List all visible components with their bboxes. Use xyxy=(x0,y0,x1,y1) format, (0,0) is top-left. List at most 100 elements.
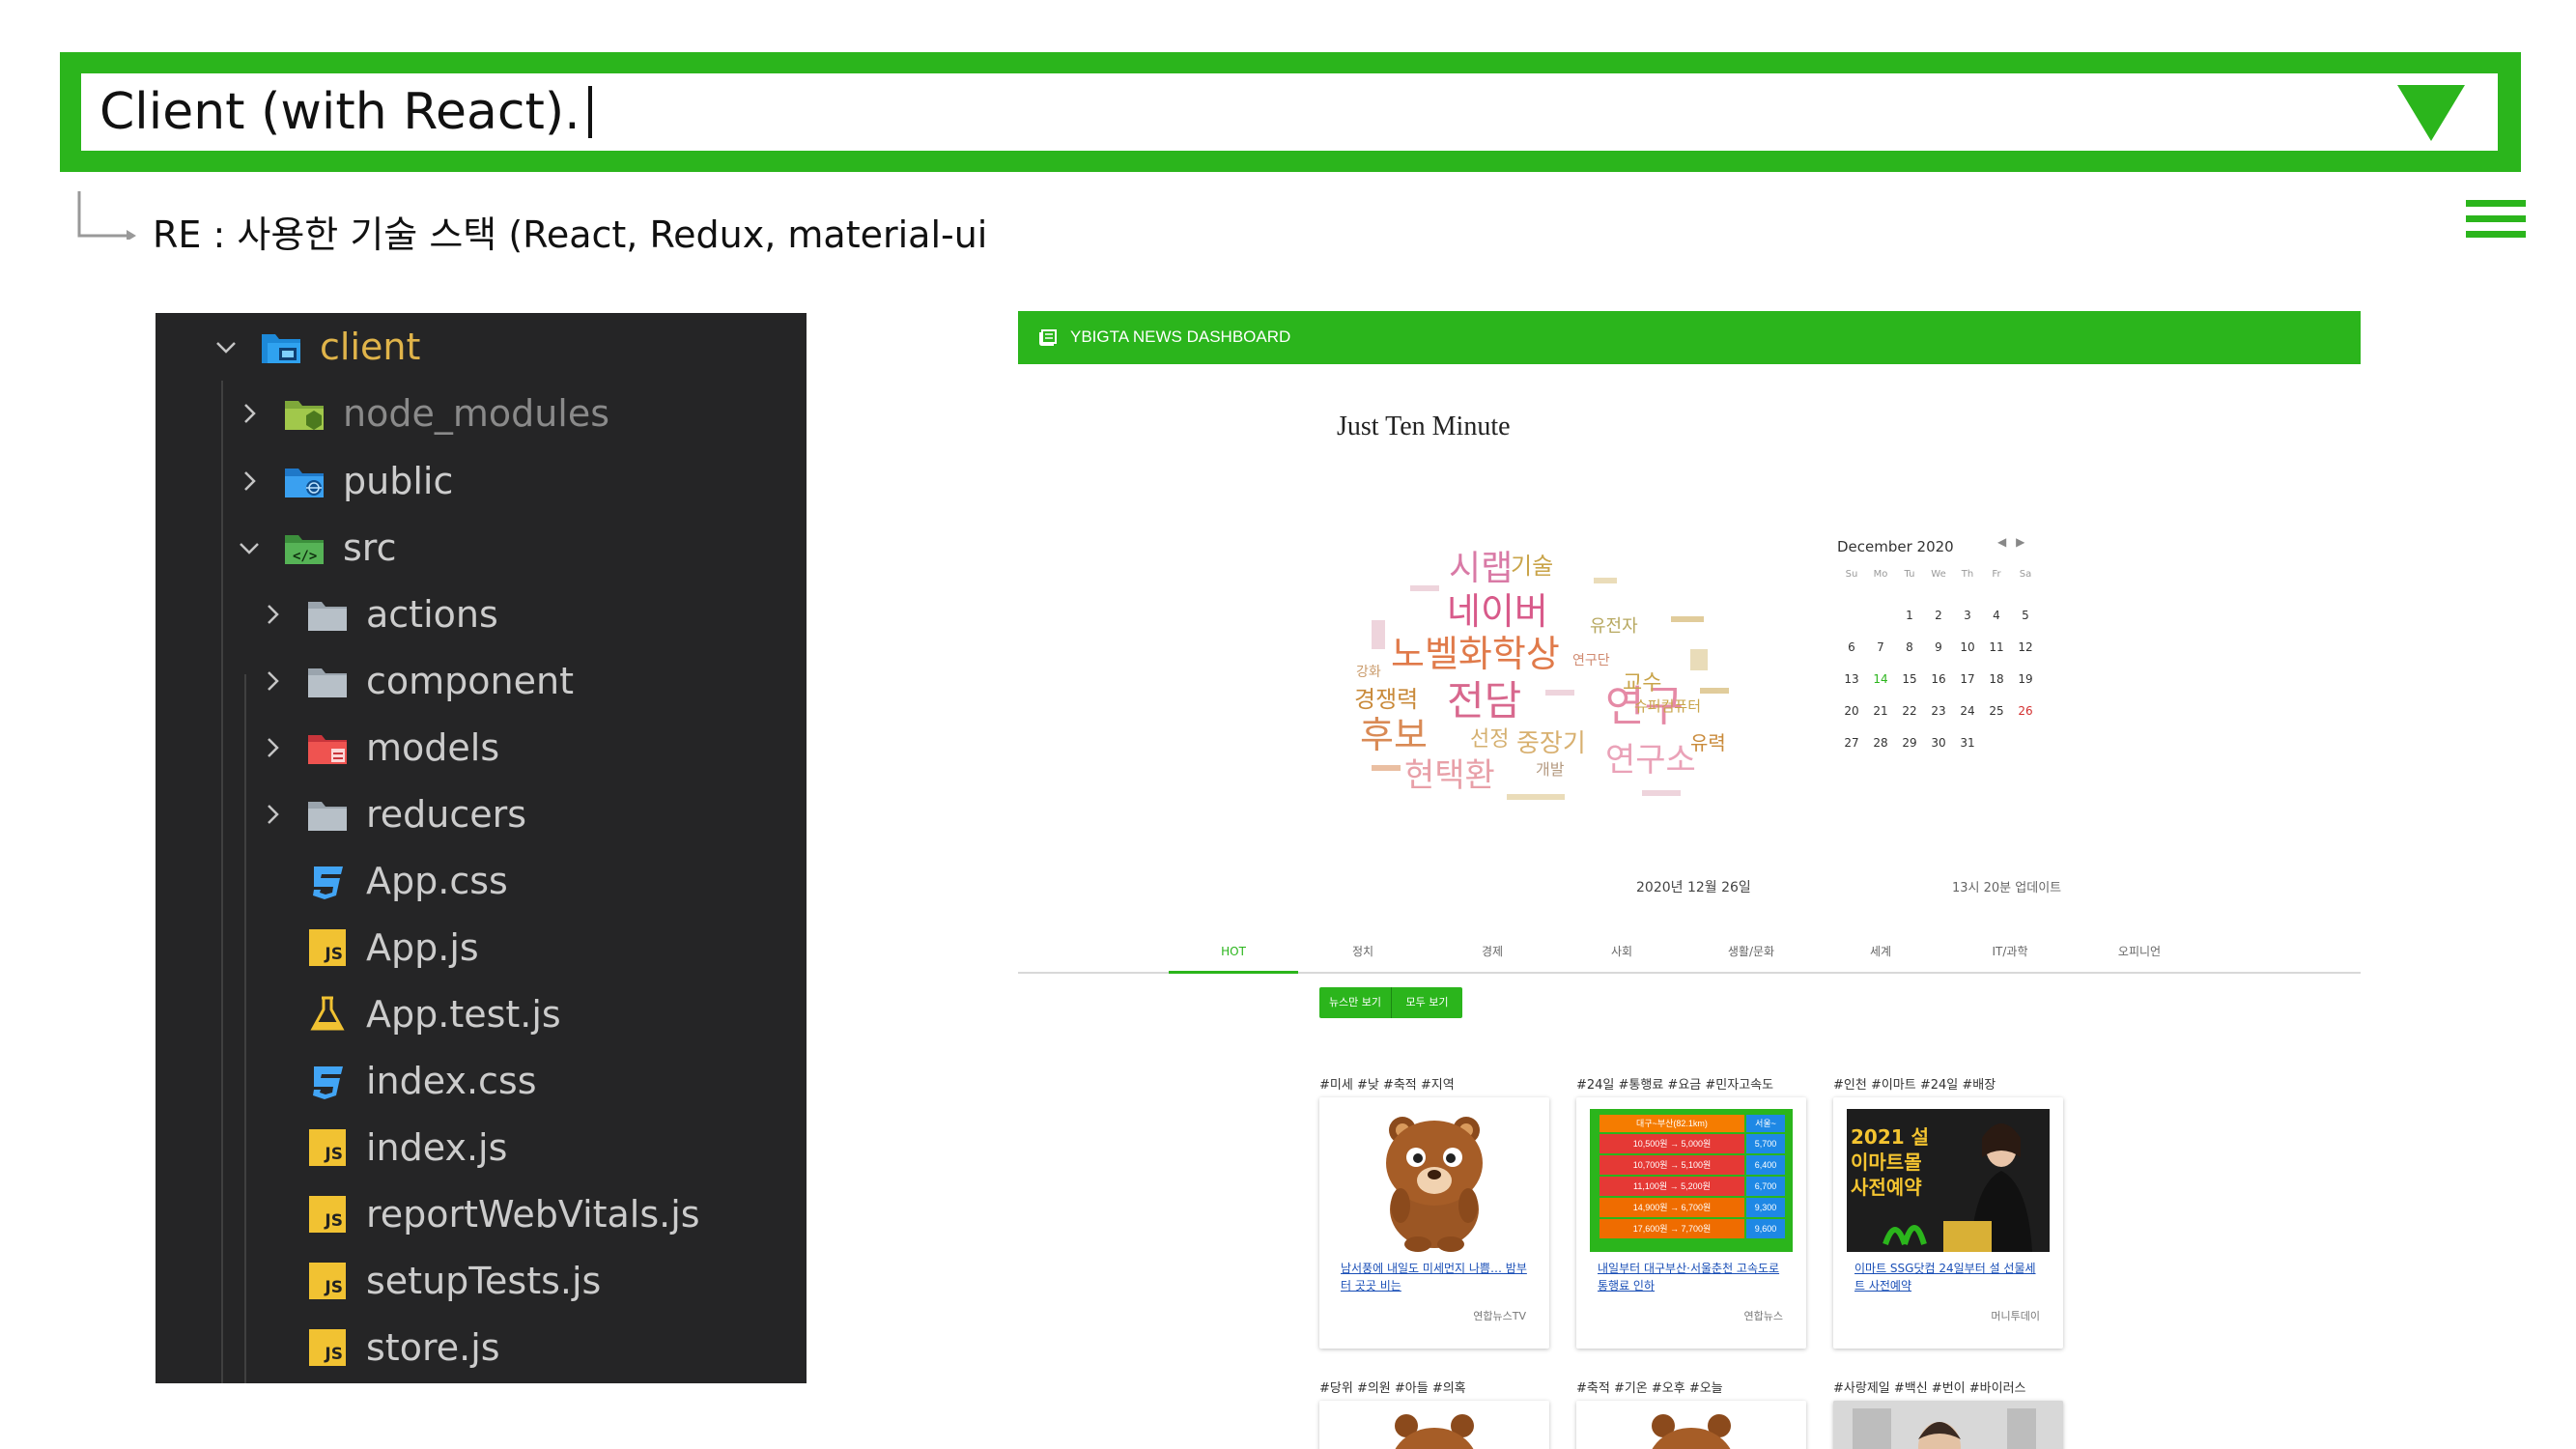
calendar-day[interactable]: 31 xyxy=(1953,727,1982,759)
tree-item-reducers[interactable]: reducers xyxy=(156,785,807,843)
calendar-day[interactable]: 2 xyxy=(1924,600,1953,632)
text-cursor xyxy=(587,86,592,138)
calendar-day[interactable]: 4 xyxy=(1982,600,2011,632)
title-bar: Client (with React). xyxy=(60,52,2521,172)
toll-table-cell: 6,700 xyxy=(1746,1177,1785,1196)
calendar-day[interactable] xyxy=(2011,727,2040,759)
keyword-tags: #사랑제일 #백신 #번이 #바이러스 xyxy=(1833,1381,2026,1396)
news-card[interactable] xyxy=(1319,1401,1549,1449)
tab-hot[interactable]: HOT xyxy=(1169,929,1298,974)
calendar-day[interactable]: 11 xyxy=(1982,632,2011,664)
tree-item-label: actions xyxy=(366,593,498,636)
news-headline-link[interactable]: 내일부터 대구부산·서울춘천 고속도로 통행료 인하 xyxy=(1598,1260,1787,1294)
tree-item-label: client xyxy=(320,326,421,368)
news-card[interactable]: 남서풍에 내일도 미세먼지 나쁨… 밤부터 곳곳 비는 연합뉴스TV xyxy=(1319,1097,1549,1349)
calendar-day[interactable]: 21 xyxy=(1866,696,1895,727)
calendar-day[interactable]: 17 xyxy=(1953,664,1982,696)
calendar-day[interactable]: 18 xyxy=(1982,664,2011,696)
word-cloud-word: 현택환 xyxy=(1404,756,1495,795)
bear-icon xyxy=(1652,1414,1731,1449)
tab-opinion[interactable]: 오피니언 xyxy=(2075,929,2204,974)
tab-life-culture[interactable]: 생활/문화 xyxy=(1686,929,1816,974)
calendar-day[interactable] xyxy=(1837,600,1866,632)
css-file-icon xyxy=(306,863,349,899)
news-only-button[interactable]: 뉴스만 보기 xyxy=(1319,987,1391,1018)
calendar-day[interactable]: 1 xyxy=(1895,600,1924,632)
tab-society[interactable]: 사회 xyxy=(1557,929,1686,974)
word-cloud-word: 후보 xyxy=(1360,714,1428,756)
app-bar: YBIGTA NEWS DASHBOARD xyxy=(1018,311,2361,364)
tree-item-report-web-vitals-js[interactable]: JS reportWebVitals.js xyxy=(156,1185,807,1243)
tree-item-setup-tests-js[interactable]: JS setupTests.js xyxy=(156,1252,807,1310)
view-toggle: 뉴스만 보기 모두 보기 xyxy=(1319,987,1462,1018)
chevron-right-icon xyxy=(258,667,287,696)
tree-item-src[interactable]: </> src xyxy=(156,519,807,577)
tree-item-component[interactable]: component xyxy=(156,652,807,710)
calendar-day[interactable]: 24 xyxy=(1953,696,1982,727)
news-card[interactable]: 2021 설 이마트몰 사전예약 이마트 SSG닷컴 24일부터 설 선물세트 … xyxy=(1833,1097,2063,1349)
tree-item-models[interactable]: models xyxy=(156,719,807,777)
calendar-day-selected[interactable]: 26 xyxy=(2011,696,2040,727)
view-all-button[interactable]: 모두 보기 xyxy=(1391,987,1462,1018)
calendar-day[interactable]: 6 xyxy=(1837,632,1866,664)
chevron-left-icon[interactable]: ◀ xyxy=(1997,535,2006,549)
calendar-day[interactable]: 16 xyxy=(1924,664,1953,696)
calendar-day[interactable]: 8 xyxy=(1895,632,1924,664)
tree-item-node-modules[interactable]: node_modules xyxy=(156,384,807,442)
test-flask-icon xyxy=(306,996,349,1033)
tree-item-store-js[interactable]: JS store.js xyxy=(156,1319,807,1377)
toll-table-cell: 17,600원 → 7,700원 xyxy=(1599,1219,1744,1238)
tree-item-index-css[interactable]: index.css xyxy=(156,1052,807,1110)
calendar-day[interactable]: 27 xyxy=(1837,727,1866,759)
bear-icon xyxy=(1386,1117,1483,1252)
calendar-day[interactable]: 3 xyxy=(1953,600,1982,632)
calendar-day[interactable]: 19 xyxy=(2011,664,2040,696)
tree-item-actions[interactable]: actions xyxy=(156,585,807,643)
calendar-day[interactable]: 29 xyxy=(1895,727,1924,759)
calendar-day-today[interactable]: 14 xyxy=(1866,664,1895,696)
chevron-right-icon[interactable]: ▶ xyxy=(2016,535,2024,549)
dashboard-heading: Just Ten Minute xyxy=(1337,412,1511,441)
calendar-day[interactable]: 20 xyxy=(1837,696,1866,727)
tab-world[interactable]: 세계 xyxy=(1816,929,1945,974)
tree-item-app-css[interactable]: App.css xyxy=(156,852,807,910)
folder-src-icon: </> xyxy=(283,529,326,566)
toll-table-cell: 10,500원 → 5,000원 xyxy=(1599,1134,1744,1153)
news-card[interactable] xyxy=(1576,1401,1806,1449)
calendar-day[interactable]: 7 xyxy=(1866,632,1895,664)
calendar-day[interactable]: 5 xyxy=(2011,600,2040,632)
news-card[interactable]: 대구~부산(82.1km) 서울~ 10,500원 → 5,000원 5,700… xyxy=(1576,1097,1806,1349)
calendar-day[interactable]: 25 xyxy=(1982,696,2011,727)
news-headline-link[interactable]: 이마트 SSG닷컴 24일부터 설 선물세트 사전예약 xyxy=(1854,1260,2044,1294)
tree-item-public[interactable]: public xyxy=(156,452,807,510)
app-title: YBIGTA NEWS DASHBOARD xyxy=(1070,327,1291,346)
tree-item-index-js[interactable]: JS index.js xyxy=(156,1119,807,1177)
calendar-day[interactable]: 12 xyxy=(2011,632,2040,664)
menu-icon[interactable] xyxy=(2466,200,2526,242)
calendar-day[interactable] xyxy=(1982,727,2011,759)
tree-item-app-test-js[interactable]: App.test.js xyxy=(156,985,807,1043)
tree-item-label: App.test.js xyxy=(366,993,561,1036)
tree-item-app-js[interactable]: JS App.js xyxy=(156,919,807,977)
triangle-down-icon[interactable] xyxy=(2397,85,2465,141)
calendar-day[interactable]: 23 xyxy=(1924,696,1953,727)
calendar-day[interactable] xyxy=(1866,600,1895,632)
folder-public-icon xyxy=(283,463,326,499)
word-cloud-word: 노벨화학상 xyxy=(1391,633,1560,675)
calendar-day[interactable]: 28 xyxy=(1866,727,1895,759)
calendar-day[interactable]: 9 xyxy=(1924,632,1953,664)
tab-politics[interactable]: 정치 xyxy=(1298,929,1428,974)
tab-it-science[interactable]: IT/과학 xyxy=(1945,929,2075,974)
news-headline-link[interactable]: 남서풍에 내일도 미세먼지 나쁨… 밤부터 곳곳 비는 xyxy=(1341,1260,1530,1294)
tab-economy[interactable]: 경제 xyxy=(1428,929,1557,974)
person-image xyxy=(1833,1401,2063,1449)
calendar-day[interactable]: 13 xyxy=(1837,664,1866,696)
title-box[interactable]: Client (with React). xyxy=(81,73,2498,151)
calendar-day[interactable]: 10 xyxy=(1953,632,1982,664)
svg-text:</>: </> xyxy=(293,549,317,564)
calendar-day[interactable]: 15 xyxy=(1895,664,1924,696)
calendar-day[interactable]: 22 xyxy=(1895,696,1924,727)
news-card[interactable] xyxy=(1833,1401,2063,1449)
tree-item-client[interactable]: client xyxy=(156,318,807,376)
calendar-day[interactable]: 30 xyxy=(1924,727,1953,759)
